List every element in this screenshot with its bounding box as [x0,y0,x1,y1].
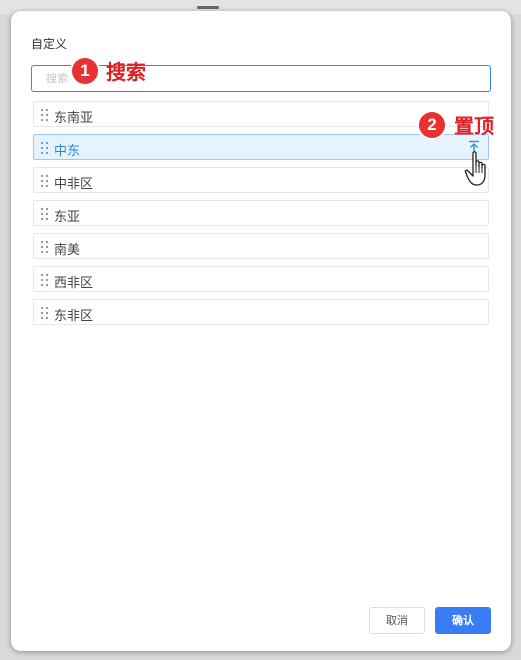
list-item[interactable]: 南美 [33,233,489,259]
list-item[interactable]: 中非区 [33,167,489,193]
list-item-active[interactable]: 中东 [33,134,489,160]
drag-handle-icon[interactable] [41,274,49,286]
list-item-label: 东亚 [54,210,81,225]
step-2-label: 置顶 [454,114,494,138]
cancel-button[interactable]: 取消 [369,607,425,634]
dialog-title: 自定义 [31,37,68,51]
list-item-label: 中东 [54,144,81,159]
window-handle-icon [197,6,219,9]
drag-handle-icon[interactable] [41,208,49,220]
drag-handle-icon[interactable] [41,109,49,121]
list-item[interactable]: 东非区 [33,299,489,325]
list-item-label: 南美 [54,243,81,258]
list-item-label: 东非区 [54,309,94,324]
search-box[interactable] [31,65,491,92]
step-2-badge: 2 [419,112,445,138]
step-1-label: 搜索 [106,60,146,84]
list-item-label: 西非区 [54,276,94,291]
confirm-button[interactable]: 确认 [435,607,491,634]
customize-dialog: 自定义 东南亚 中东 中非区 东亚 [11,11,511,651]
region-list: 东南亚 中东 中非区 东亚 南美 西非区 东非区 [33,101,489,332]
hand-pointer-icon [464,150,494,190]
drag-handle-icon[interactable] [41,241,49,253]
list-item-label: 中非区 [54,177,94,192]
list-item[interactable]: 西非区 [33,266,489,292]
drag-handle-icon[interactable] [41,142,49,154]
drag-handle-icon[interactable] [41,175,49,187]
drag-handle-icon[interactable] [41,307,49,319]
list-item[interactable]: 东亚 [33,200,489,226]
list-item-label: 东南亚 [54,111,94,126]
step-1-badge: 1 [72,58,98,84]
search-input[interactable] [32,66,490,91]
